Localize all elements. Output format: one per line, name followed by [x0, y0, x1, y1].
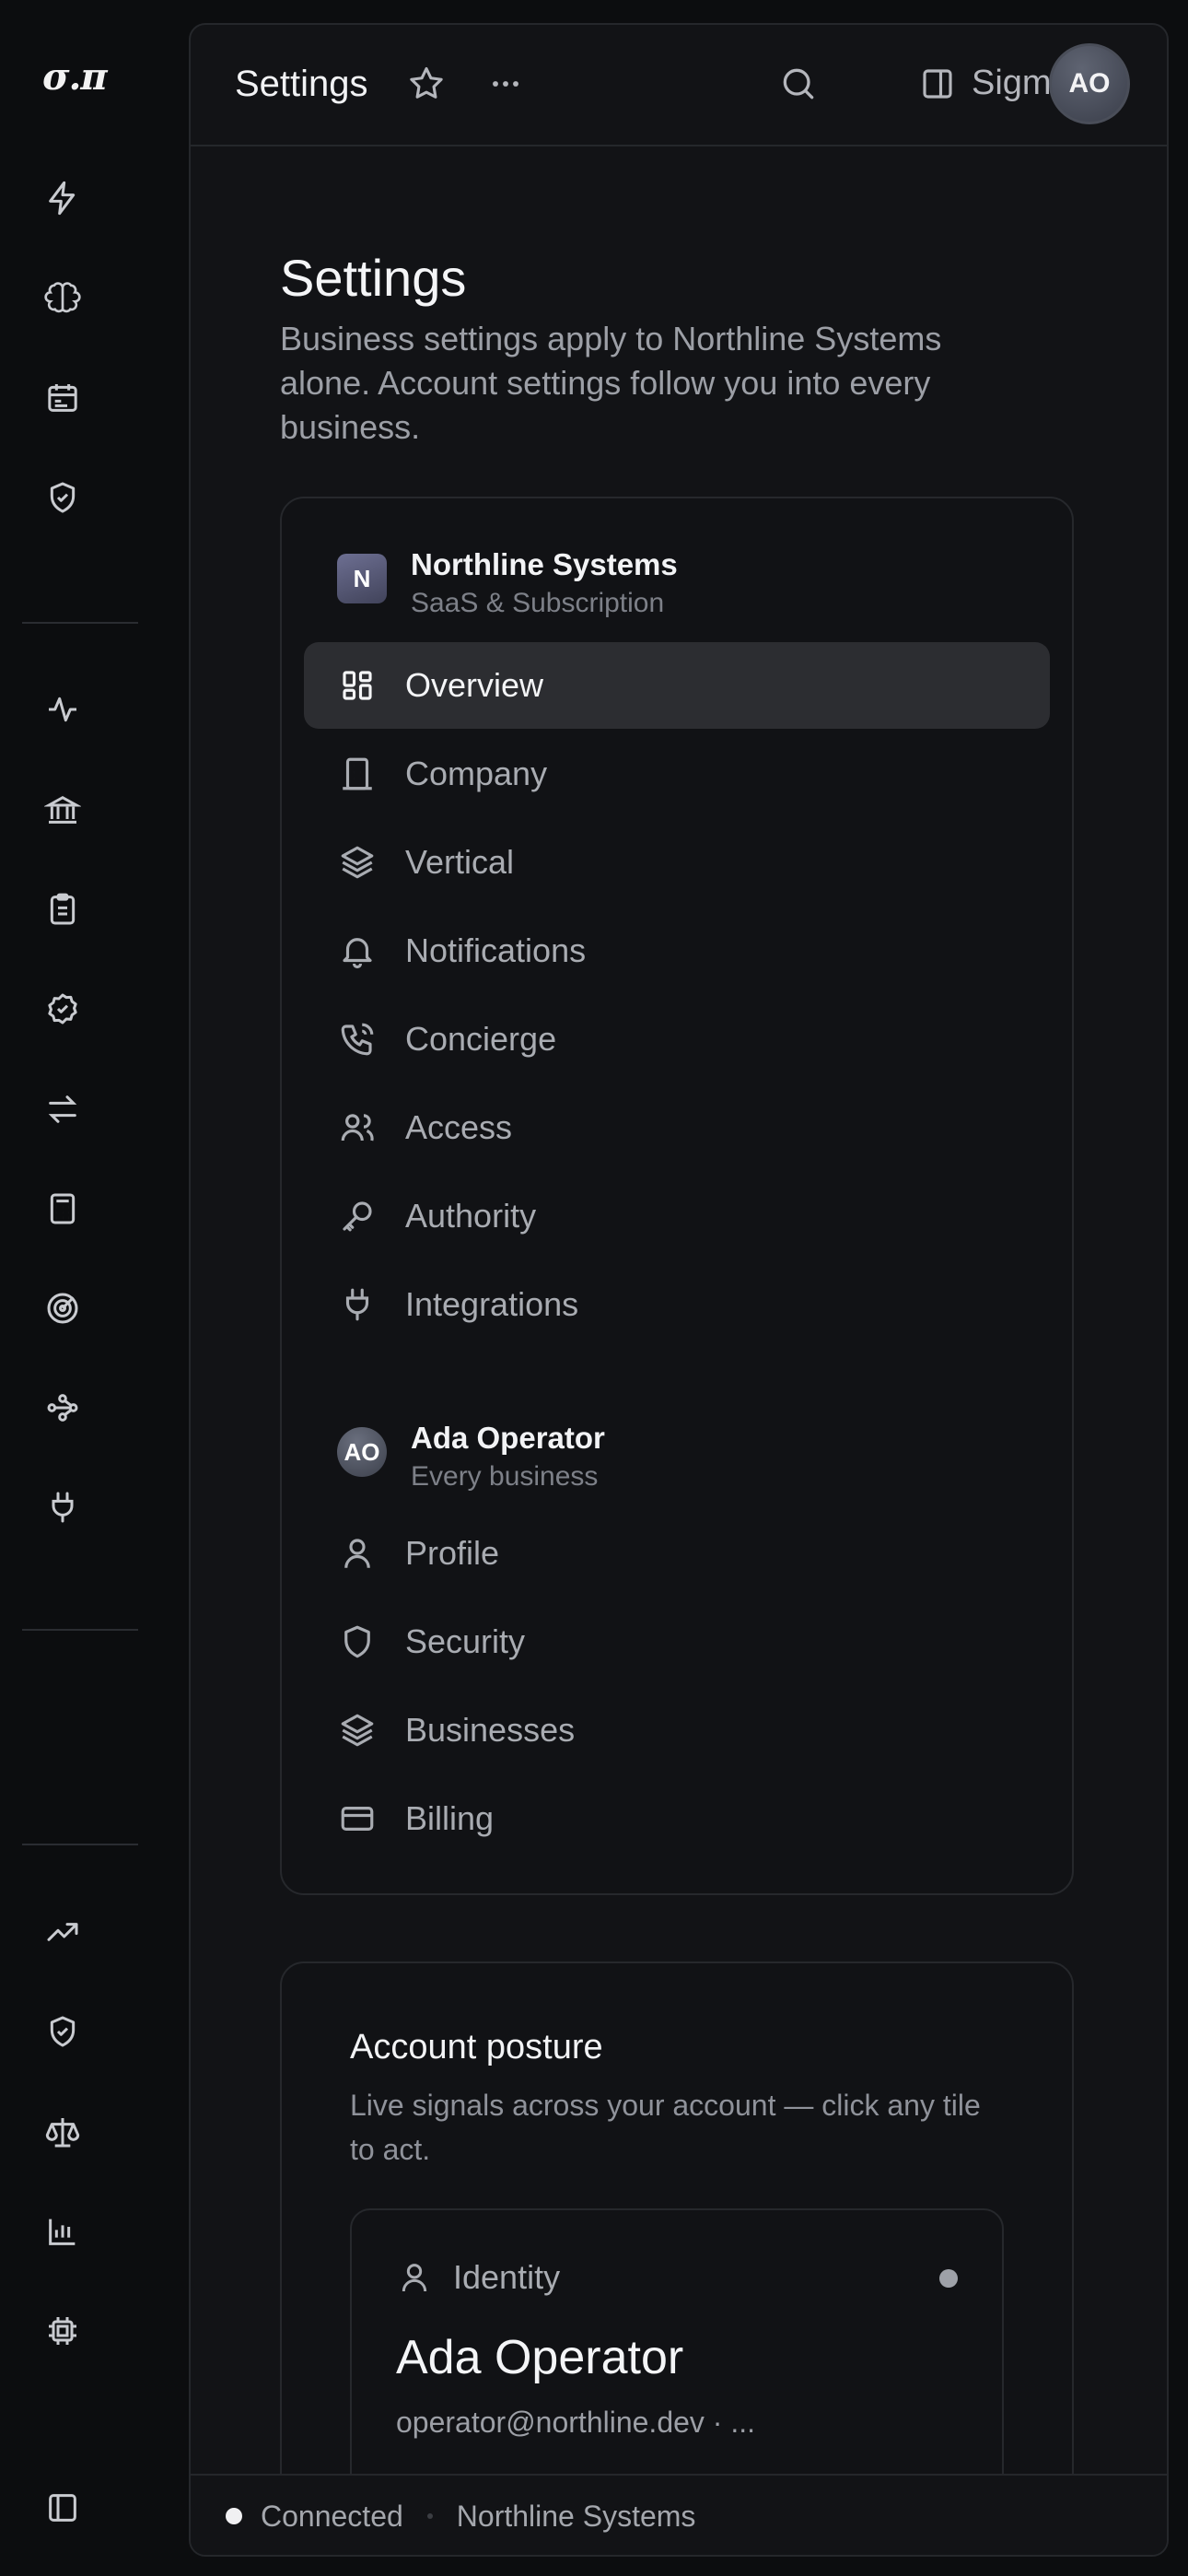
nav-item-label: Authority [405, 1197, 537, 1235]
users-icon [337, 1107, 378, 1148]
calculator-icon[interactable] [41, 1187, 85, 1231]
nav-item-label: Company [405, 755, 548, 792]
arrows-left-right-icon[interactable] [41, 1087, 85, 1131]
shield-icon [337, 1622, 378, 1662]
layers-icon [337, 842, 378, 883]
credit-card-icon [337, 1798, 378, 1839]
brain-icon[interactable] [41, 276, 85, 321]
plug-icon[interactable] [41, 1485, 85, 1529]
nav-item-concierge[interactable]: Concierge [304, 996, 1050, 1083]
status-separator [426, 2513, 433, 2519]
app-logo[interactable]: σ.π [42, 55, 108, 99]
page-header-title: Settings [235, 64, 368, 104]
identity-tile[interactable]: Identity Ada Operator operator@northline… [350, 2208, 1004, 2496]
building-icon [337, 754, 378, 794]
star-icon[interactable] [406, 64, 447, 104]
workflow-icon[interactable] [41, 1386, 85, 1430]
nav-item-company[interactable]: Company [304, 731, 1050, 817]
tile-detail: operator@northline.dev · ... [396, 2406, 756, 2439]
workspace-switcher[interactable]: Sigma [918, 64, 1071, 103]
nav-item-profile[interactable]: Profile [304, 1510, 1050, 1597]
connection-dot [226, 2508, 242, 2524]
zap-icon[interactable] [41, 176, 85, 220]
rail-divider [22, 1629, 138, 1631]
main-panel: Settings Sigma AO Settings Business sett… [189, 23, 1169, 2557]
nav-item-label: Billing [405, 1799, 495, 1837]
nav-item-label: Overview [405, 666, 544, 704]
nav-item-label: Concierge [405, 1020, 557, 1058]
more-horizontal-icon[interactable] [485, 64, 526, 104]
account-posture-card: Account posture Live signals across your… [280, 1961, 1074, 2496]
nav-item-businesses[interactable]: Businesses [304, 1687, 1050, 1774]
calendar-icon[interactable] [41, 376, 85, 420]
posture-subtitle: Live signals across your account — click… [350, 2089, 981, 2166]
shield-check-icon[interactable] [41, 475, 85, 520]
nav-item-label: Businesses [405, 1711, 576, 1749]
panel-icon[interactable] [41, 2486, 85, 2530]
clipboard-list-icon[interactable] [41, 887, 85, 931]
bell-icon [337, 931, 378, 971]
account-avatar: AO [337, 1427, 387, 1477]
nav-item-label: Vertical [405, 843, 515, 881]
trending-up-icon[interactable] [41, 1910, 85, 1954]
page-description: Business settings apply to Northline Sys… [280, 320, 942, 446]
rail-divider [22, 1844, 138, 1845]
posture-title: Account posture [350, 2028, 603, 2067]
nav-item-vertical[interactable]: Vertical [304, 819, 1050, 906]
bar-chart-icon[interactable] [41, 2209, 85, 2254]
page-title: Settings [280, 249, 467, 307]
app-rail: σ.π [0, 0, 184, 2576]
user-avatar[interactable]: AO [1049, 43, 1130, 124]
status-bar: Connected Northline Systems [191, 2474, 1167, 2555]
phone-icon [337, 1019, 378, 1060]
target-icon[interactable] [41, 1286, 85, 1330]
nav-item-integrations[interactable]: Integrations [304, 1261, 1050, 1348]
account-name: Ada Operator [411, 1421, 605, 1455]
business-name: Northline Systems [411, 547, 678, 581]
cpu-icon[interactable] [41, 2309, 85, 2353]
rail-divider [22, 622, 138, 624]
business-subtitle: SaaS & Subscription [411, 588, 665, 618]
user-icon [337, 1533, 378, 1574]
connection-status: Connected [261, 2499, 403, 2533]
badge-check-icon[interactable] [41, 987, 85, 1031]
dashboard-icon [337, 665, 378, 706]
plug-icon [337, 1284, 378, 1325]
user-icon [396, 2259, 433, 2296]
nav-item-billing[interactable]: Billing [304, 1775, 1050, 1862]
nav-item-label: Access [405, 1108, 513, 1146]
bank-icon[interactable] [41, 788, 85, 832]
status-dot [939, 2269, 958, 2288]
nav-item-access[interactable]: Access [304, 1084, 1050, 1171]
nav-item-label: Integrations [405, 1285, 579, 1323]
activity-icon[interactable] [41, 687, 85, 732]
business-header: N Northline Systems SaaS & Subscription [337, 546, 678, 624]
nav-item-notifications[interactable]: Notifications [304, 907, 1050, 994]
business-badge: N [337, 554, 387, 603]
nav-item-security[interactable]: Security [304, 1598, 1050, 1685]
nav-item-label: Security [405, 1622, 526, 1660]
sidebar-panel-icon [918, 64, 957, 103]
scale-icon[interactable] [41, 2110, 85, 2154]
status-business: Northline Systems [456, 2499, 696, 2533]
nav-item-authority[interactable]: Authority [304, 1173, 1050, 1259]
key-icon [337, 1196, 378, 1236]
search-icon[interactable] [778, 64, 819, 104]
account-subtitle: Every business [411, 1461, 599, 1492]
settings-content: Settings Business settings apply to Nort… [191, 146, 1167, 2496]
nav-item-label: Profile [405, 1534, 500, 1572]
tile-label: Identity [453, 2258, 561, 2296]
layers-icon [337, 1710, 378, 1751]
settings-nav: N Northline Systems SaaS & Subscription … [280, 497, 1074, 1895]
nav-item-label: Notifications [405, 931, 587, 969]
shield-check-icon[interactable] [41, 2009, 85, 2054]
nav-item-overview[interactable]: Overview [304, 642, 1050, 729]
top-bar: Settings Sigma AO [191, 25, 1167, 146]
tile-value: Ada Operator [396, 2331, 684, 2384]
account-header: AO Ada Operator Every business [337, 1420, 605, 1497]
